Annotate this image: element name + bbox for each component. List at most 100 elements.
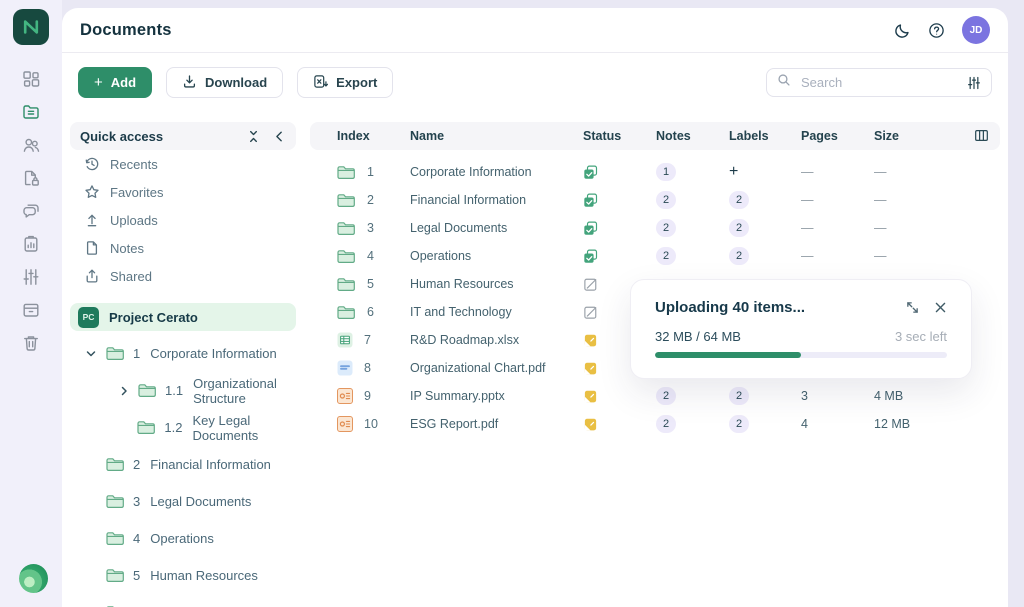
rail-item-secure-doc[interactable] (0, 161, 62, 194)
table-row-9[interactable]: 9IP Summary.pptx2234 MB (310, 382, 1000, 410)
collapse-vertical-button[interactable] (247, 130, 260, 143)
chevron-down-icon[interactable] (84, 348, 98, 360)
rail-item-users[interactable] (0, 128, 62, 161)
sidebar-item-project-cerato[interactable]: PC Project Cerato (70, 303, 296, 331)
table-row-1[interactable]: 1Corporate Information1+—— (310, 158, 1000, 186)
row-index: 2 (367, 193, 374, 207)
rail-item-sliders[interactable] (0, 260, 62, 293)
row-name: Legal Documents (410, 221, 583, 235)
toolbar: + Add Download Export (62, 53, 1008, 106)
row-name: Corporate Information (410, 165, 583, 179)
sidebar-item-favorites[interactable]: Favorites (70, 178, 296, 206)
column-header-name[interactable]: Name (410, 129, 583, 143)
search-input[interactable] (799, 74, 959, 91)
tree-item-number: 1.1 (165, 383, 183, 398)
sidebar-item-label: Notes (110, 241, 144, 256)
labels-badge[interactable]: 2 (729, 387, 749, 405)
tree-item-1-corporate-information[interactable]: 1Corporate Information (70, 335, 296, 372)
table-row-10[interactable]: 10ESG Report.pdf22412 MB (310, 410, 1000, 438)
download-button[interactable]: Download (166, 67, 283, 98)
rail-item-chat[interactable] (0, 194, 62, 227)
plus-icon: + (94, 75, 103, 90)
pages-cell: — (801, 221, 874, 235)
notes-badge[interactable]: 2 (656, 219, 676, 237)
column-header-status[interactable]: Status (583, 129, 656, 143)
sidebar-item-notes[interactable]: Notes (70, 234, 296, 262)
table-row-4[interactable]: 4Operations22—— (310, 242, 1000, 270)
labels-badge[interactable]: 2 (729, 415, 749, 433)
expand-icon[interactable] (906, 301, 919, 314)
labels-badge[interactable]: 2 (729, 219, 749, 237)
toast-title: Uploading 40 items... (655, 299, 805, 316)
download-icon (182, 74, 197, 92)
folder-icon (337, 165, 356, 180)
chat-widget[interactable] (19, 564, 48, 593)
documents-icon (22, 103, 40, 121)
folder-icon (337, 277, 356, 292)
row-name: IP Summary.pptx (410, 389, 583, 403)
notes-badge[interactable]: 2 (656, 387, 676, 405)
sidebar-item-shared[interactable]: Shared (70, 262, 296, 290)
rail-item-trash[interactable] (0, 326, 62, 359)
rail-item-dashboard[interactable] (0, 62, 62, 95)
pages-cell: — (801, 165, 874, 179)
tree-item-3-legal-documents[interactable]: 3Legal Documents (70, 483, 296, 520)
size-cell: — (874, 165, 1000, 179)
shared-icon (84, 268, 100, 284)
size-cell: 4 MB (874, 389, 1000, 403)
tree-item-4-operations[interactable]: 4Operations (70, 520, 296, 557)
moon-button[interactable] (894, 22, 911, 39)
labels-badge[interactable]: 2 (729, 247, 749, 265)
notes-badge[interactable]: 2 (656, 415, 676, 433)
help-icon (928, 22, 945, 39)
project-label: Project Cerato (109, 310, 198, 325)
folder-icon (137, 420, 156, 435)
app-logo[interactable] (13, 9, 49, 45)
search-box[interactable] (766, 68, 992, 97)
chevron-right-icon[interactable] (118, 385, 130, 397)
column-header-pages[interactable]: Pages (801, 129, 874, 143)
folder-icon (106, 568, 125, 583)
panel-left-button[interactable] (273, 130, 286, 143)
column-header-notes[interactable]: Notes (656, 129, 729, 143)
row-index: 7 (364, 333, 371, 347)
close-icon[interactable] (934, 301, 947, 314)
tree-item-1-1-organizational-structure[interactable]: 1.1Organizational Structure (70, 372, 296, 409)
row-index: 6 (367, 305, 374, 319)
rail-item-report[interactable] (0, 227, 62, 260)
column-header-labels[interactable]: Labels (729, 129, 801, 143)
export-button[interactable]: Export (297, 67, 393, 98)
toast-header: Uploading 40 items... (655, 299, 947, 316)
tree-item-number: 1 (133, 346, 140, 361)
sidebar-item-label: Uploads (110, 213, 158, 228)
column-header-index[interactable]: Index (337, 129, 410, 143)
rail-item-archive[interactable] (0, 293, 62, 326)
row-index: 10 (364, 417, 378, 431)
tree-item-5-human-resources[interactable]: 5Human Resources (70, 557, 296, 594)
tree-item-1-2-key-legal-documents[interactable]: 1.2Key Legal Documents (70, 409, 296, 446)
folder-icon (138, 383, 157, 398)
notes-badge[interactable]: 2 (656, 191, 676, 209)
notes-badge[interactable]: 1 (656, 163, 676, 181)
labels-badge[interactable]: 2 (729, 191, 749, 209)
row-name: ESG Report.pdf (410, 417, 583, 431)
logo-n-icon (20, 16, 42, 38)
tree-item-partial[interactable] (70, 594, 296, 607)
project-badge: PC (78, 307, 99, 328)
moon-icon (894, 22, 911, 39)
columns-icon[interactable] (974, 128, 989, 143)
notes-badge[interactable]: 2 (656, 247, 676, 265)
avatar[interactable]: JD (962, 16, 990, 44)
help-button[interactable] (928, 22, 945, 39)
folder-icon (337, 305, 356, 320)
sidebar-item-recents[interactable]: Recents (70, 150, 296, 178)
filter-icon[interactable] (967, 76, 981, 90)
add-label-button[interactable]: + (729, 163, 801, 181)
add-button[interactable]: + Add (78, 67, 152, 98)
rail-item-documents[interactable] (0, 95, 62, 128)
table-row-2[interactable]: 2Financial Information22—— (310, 186, 1000, 214)
table-row-3[interactable]: 3Legal Documents22—— (310, 214, 1000, 242)
tree-item-label: Legal Documents (150, 494, 251, 509)
sidebar-item-uploads[interactable]: Uploads (70, 206, 296, 234)
tree-item-2-financial-information[interactable]: 2Financial Information (70, 446, 296, 483)
